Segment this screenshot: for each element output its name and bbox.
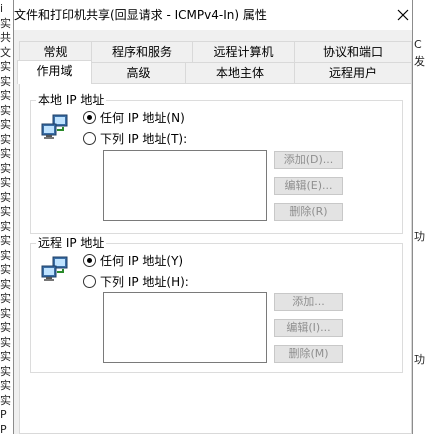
- tab-advanced[interactable]: 高级: [91, 62, 186, 83]
- background-text-fragment: [414, 178, 426, 192]
- radio-unselected-indicator: [83, 131, 96, 145]
- background-text-fragment: 实: [0, 292, 11, 305]
- background-text-fragment: 共: [0, 31, 11, 44]
- network-computers-icon: [41, 256, 68, 281]
- background-text-fragment: [414, 195, 426, 209]
- local-any-ip-radio[interactable]: 任何 IP 地址(N): [83, 109, 185, 125]
- tab-local-principals[interactable]: 本地主体: [185, 62, 295, 83]
- remote-ip-group-title: 远程 IP 地址: [36, 236, 107, 250]
- background-text-fragment: 功: [414, 230, 425, 243]
- network-computers-icon: [41, 114, 68, 139]
- background-text-fragment: [414, 143, 426, 157]
- background-text-fragment: 实: [0, 263, 11, 276]
- local-ip-listbox[interactable]: [103, 150, 267, 221]
- background-text-fragment: [414, 160, 426, 174]
- background-text-fragment: P: [0, 422, 7, 434]
- background-text-fragment: 实: [0, 335, 11, 349]
- local-add-button[interactable]: 添加(D)...: [274, 151, 343, 169]
- radio-unselected-indicator: [83, 274, 96, 288]
- background-text-fragment: 实: [0, 16, 11, 30]
- background-text-fragment: 实: [0, 321, 11, 334]
- background-text-fragment: 实: [0, 350, 11, 363]
- background-window-left-edge: i实共文实实实实实实实实实实实实实实实实实实实实实实实实PP: [0, 0, 13, 434]
- background-text-fragment: [414, 370, 426, 384]
- background-text-fragment: [414, 213, 426, 227]
- background-text-fragment: 实: [0, 103, 11, 117]
- properties-dialog: 文件和打印机共享(回显请求 - ICMPv4-In) 属性 常规 程序和服务 远…: [13, 0, 413, 434]
- background-text-fragment: 实: [0, 147, 11, 160]
- tab-protocols-and-ports[interactable]: 协议和端口: [294, 41, 412, 62]
- background-text-fragment: [414, 20, 426, 34]
- remote-list-ip-radio[interactable]: 下列 IP 地址(H):: [83, 273, 189, 289]
- background-text-fragment: 实: [0, 60, 11, 73]
- remote-list-ip-label: 下列 IP 地址(H):: [100, 274, 189, 289]
- background-text-fragment: 实: [0, 190, 11, 204]
- background-text-fragment: 实: [0, 74, 11, 88]
- local-remove-button[interactable]: 删除(R): [274, 203, 343, 221]
- background-text-fragment: [414, 90, 426, 104]
- background-text-fragment: [414, 108, 426, 122]
- local-list-ip-label: 下列 IP 地址(T):: [100, 131, 188, 146]
- background-text-fragment: 实: [0, 176, 11, 189]
- close-icon: [397, 9, 409, 21]
- remote-remove-button[interactable]: 删除(M): [274, 345, 343, 363]
- local-edit-button[interactable]: 编辑(E)...: [274, 177, 343, 195]
- background-text-fragment: 文: [0, 45, 11, 59]
- background-text-fragment: 实: [0, 132, 11, 146]
- remote-edit-button[interactable]: 编辑(I)...: [274, 319, 343, 337]
- background-text-fragment: 功: [414, 352, 425, 366]
- background-text-fragment: 实: [0, 118, 11, 131]
- remote-add-button[interactable]: 添加...: [274, 293, 343, 311]
- radio-selected-indicator: [83, 110, 96, 124]
- close-button[interactable]: [392, 4, 414, 26]
- remote-any-ip-radio[interactable]: 任何 IP 地址(Y): [83, 252, 183, 268]
- background-text-fragment: 实: [0, 248, 11, 262]
- background-text-fragment: 实: [0, 89, 11, 102]
- background-text-fragment: 实: [0, 234, 11, 247]
- background-text-fragment: 实: [0, 364, 11, 378]
- background-text-fragment: 实: [0, 393, 11, 407]
- remote-any-ip-label: 任何 IP 地址(Y): [100, 253, 184, 268]
- background-text-fragment: 实: [0, 219, 11, 233]
- background-text-fragment: [414, 388, 426, 402]
- scope-tab-panel: 本地 IP 地址 任何 IP 地址(N) 下列 IP 地址(T): 添加(D).…: [19, 83, 412, 434]
- background-text-fragment: [414, 405, 426, 419]
- remote-ip-listbox[interactable]: [103, 292, 267, 363]
- local-ip-group-title: 本地 IP 地址: [36, 93, 107, 107]
- window-title: 文件和打印机共享(回显请求 - ICMPv4-In) 属性: [14, 8, 267, 22]
- background-text-fragment: [414, 335, 426, 349]
- tab-remote-computers[interactable]: 远程计算机: [192, 41, 295, 62]
- tab-scope[interactable]: 作用域: [17, 60, 92, 84]
- background-text-fragment: [414, 248, 426, 262]
- background-text-fragment: [414, 423, 426, 434]
- tab-general[interactable]: 常规: [19, 41, 92, 62]
- background-text-fragment: 实: [0, 379, 11, 392]
- background-text-fragment: 实: [0, 306, 11, 320]
- tab-remote-users[interactable]: 远程用户: [294, 62, 412, 83]
- background-text-fragment: [414, 265, 426, 279]
- radio-selected-indicator: [83, 253, 96, 267]
- background-text-fragment: 实: [0, 277, 11, 291]
- background-text-fragment: 实: [0, 161, 11, 175]
- background-text-fragment: [414, 283, 426, 297]
- background-text-fragment: 实: [0, 205, 11, 218]
- background-text-fragment: [414, 318, 426, 332]
- tab-programs-and-services[interactable]: 程序和服务: [91, 41, 193, 62]
- title-bar: 文件和打印机共享(回显请求 - ICMPv4-In) 属性: [14, 0, 412, 30]
- background-text-fragment: P: [0, 408, 7, 421]
- background-text-fragment: [414, 73, 426, 87]
- background-text-fragment: i: [0, 2, 4, 15]
- background-text-fragment: [414, 125, 426, 139]
- background-window-right-edge: C发功功: [413, 0, 426, 434]
- local-list-ip-radio[interactable]: 下列 IP 地址(T):: [83, 130, 187, 146]
- background-text-fragment: 发: [414, 55, 425, 68]
- local-any-ip-label: 任何 IP 地址(N): [100, 110, 185, 125]
- background-text-fragment: C: [414, 37, 422, 51]
- background-text-fragment: [414, 300, 426, 314]
